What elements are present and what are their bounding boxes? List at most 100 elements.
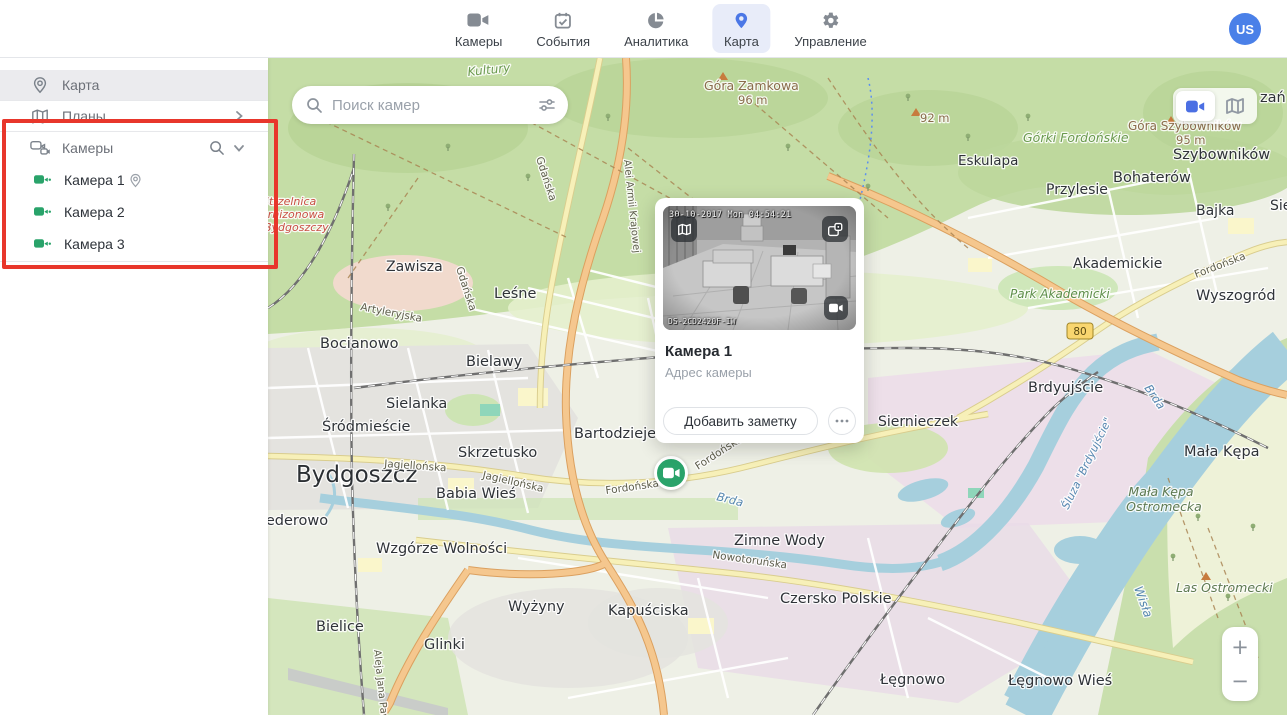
camera-item-label: Камера 1 xyxy=(64,172,125,188)
nav-label: Управление xyxy=(794,34,866,49)
map-label: Łęgnowo Wieś xyxy=(1007,673,1112,689)
camera-model-label: DS-2CD2420F-IW xyxy=(668,317,735,326)
camera-list-item-1[interactable]: Камера 1 xyxy=(0,164,268,196)
map-label: Zawisza xyxy=(386,259,443,275)
nav-label: Карта xyxy=(724,34,759,49)
open-in-window-button[interactable] xyxy=(822,216,848,242)
map-label: Skrzetusko xyxy=(458,445,537,461)
camera-search-bar xyxy=(292,86,568,124)
calendar-icon xyxy=(554,9,573,31)
chevron-down-icon[interactable] xyxy=(228,137,250,159)
topbar: Камеры События Аналитика Карта xyxy=(0,0,1287,58)
sidebar-section-label: Камеры xyxy=(62,140,113,156)
map-canvas[interactable]: 80 KulturyGóra Zamkowa96 m92 mzańGóra Sz… xyxy=(268,58,1287,715)
add-note-button[interactable]: Добавить заметку xyxy=(663,407,818,435)
map-label: Zimne Wody xyxy=(734,533,825,549)
nav-item-map[interactable]: Карта xyxy=(712,4,770,53)
nav-item-management[interactable]: Управление xyxy=(784,4,876,53)
route-shield: 80 xyxy=(1067,323,1093,339)
map-label: 92 m xyxy=(920,111,950,125)
map-label: Bydgoszczy xyxy=(268,221,329,234)
zoom-in-button[interactable]: + xyxy=(1225,633,1255,661)
map-label: 95 m xyxy=(1176,133,1206,147)
camera-list-item-3[interactable]: Камера 3 xyxy=(0,228,268,260)
camera-layer-button[interactable] xyxy=(1176,91,1215,121)
sidebar-item-label: Планы xyxy=(62,108,106,124)
pie-chart-icon xyxy=(647,9,666,31)
map-label: garnizonowa xyxy=(268,208,324,221)
camera-thumbnail[interactable]: 30-10-2017 Mon 04:54:21 DS-2CD2420F-IW xyxy=(663,206,856,330)
map-pin-icon xyxy=(732,9,750,31)
nav-item-cameras[interactable]: Камеры xyxy=(445,4,513,53)
sidebar: Карта Планы Камеры xyxy=(0,58,268,715)
camera-item-label: Камера 3 xyxy=(64,236,125,252)
map-label: 96 m xyxy=(738,93,768,107)
map-label: Park Akademicki xyxy=(1010,287,1110,301)
sidebar-item-plans[interactable]: Планы xyxy=(0,101,268,131)
sidebar-section-cameras[interactable]: Камеры xyxy=(0,132,268,164)
map-label: Kapuściska xyxy=(608,603,689,619)
map-label: Górki Fordońskie xyxy=(1023,130,1129,145)
camera-list-item-2[interactable]: Камера 2 xyxy=(0,196,268,228)
camera-title: Камера 1 xyxy=(665,343,854,360)
map-label: Przylesie xyxy=(1046,182,1108,198)
app-window: 80 KulturyGóra Zamkowa96 m92 mzańGóra Sz… xyxy=(0,0,1287,715)
search-icon[interactable] xyxy=(206,137,228,159)
map-icon xyxy=(30,106,50,126)
chevron-right-icon[interactable] xyxy=(228,105,250,127)
filter-icon[interactable] xyxy=(538,96,556,114)
map-label: Bielice xyxy=(316,619,364,635)
map-label: Akademickie xyxy=(1073,256,1162,272)
zoom-out-button[interactable]: − xyxy=(1225,667,1255,695)
map-label: Siernieczek xyxy=(878,414,959,430)
ellipsis-icon xyxy=(835,419,849,423)
map-label: Siels xyxy=(1270,198,1287,214)
map-layer-button[interactable] xyxy=(1215,91,1254,121)
zoom-control: + − xyxy=(1222,627,1258,701)
show-on-map-button[interactable] xyxy=(671,216,697,242)
sidebar-item-label: Карта xyxy=(62,77,99,93)
camera-online-icon xyxy=(34,173,52,187)
map-label: Mała Kępa xyxy=(1128,484,1193,499)
map-label: Bajka xyxy=(1196,203,1235,219)
map-label: Szybowników xyxy=(1173,147,1270,163)
nav-label: Камеры xyxy=(455,34,503,49)
camera-item-label: Камера 2 xyxy=(64,204,125,220)
map-view-toggle xyxy=(1173,88,1257,124)
map-label: Bohaterów xyxy=(1113,170,1191,186)
map-label: Bocianowo xyxy=(320,336,399,352)
map-label: Brdyujście xyxy=(1028,380,1103,396)
map-label: Góra Zamkowa xyxy=(704,78,799,93)
map-icon xyxy=(677,223,692,236)
camera-map-marker[interactable] xyxy=(654,456,688,490)
sidebar-item-map[interactable]: Карта xyxy=(0,70,268,100)
video-camera-icon xyxy=(663,467,680,479)
nav-label: События xyxy=(536,34,590,49)
map-label: Ostromecka xyxy=(1126,499,1202,514)
map-label: Bartodzieje xyxy=(574,426,656,442)
popup-actions: Добавить заметку xyxy=(663,407,856,435)
camera-online-icon xyxy=(34,205,52,219)
cameras-group-icon xyxy=(30,138,50,158)
map-label: Wyszogród xyxy=(1196,288,1276,304)
map-label: zań xyxy=(1260,90,1286,106)
located-pin-icon[interactable] xyxy=(125,169,147,191)
nav-item-analytics[interactable]: Аналитика xyxy=(614,4,698,53)
map-label: Łęgnowo xyxy=(879,672,945,688)
search-input[interactable] xyxy=(332,97,538,114)
gear-icon xyxy=(821,9,840,31)
map-label: Mała Kępa xyxy=(1184,444,1260,460)
video-camera-icon xyxy=(468,9,490,31)
divider xyxy=(0,261,268,262)
camera-popup-card: 30-10-2017 Mon 04:54:21 DS-2CD2420F-IW К… xyxy=(655,198,864,443)
live-view-button[interactable] xyxy=(824,296,848,320)
map-label: Wyżyny xyxy=(508,599,565,615)
map-label: Czersko Polskie xyxy=(780,591,892,607)
nav-label: Аналитика xyxy=(624,34,688,49)
more-actions-button[interactable] xyxy=(828,407,856,435)
user-avatar[interactable]: US xyxy=(1229,13,1261,45)
video-camera-icon xyxy=(829,303,843,313)
map-label: Śródmieście xyxy=(322,417,411,435)
nav-item-events[interactable]: События xyxy=(526,4,600,53)
svg-text:80: 80 xyxy=(1073,326,1086,338)
